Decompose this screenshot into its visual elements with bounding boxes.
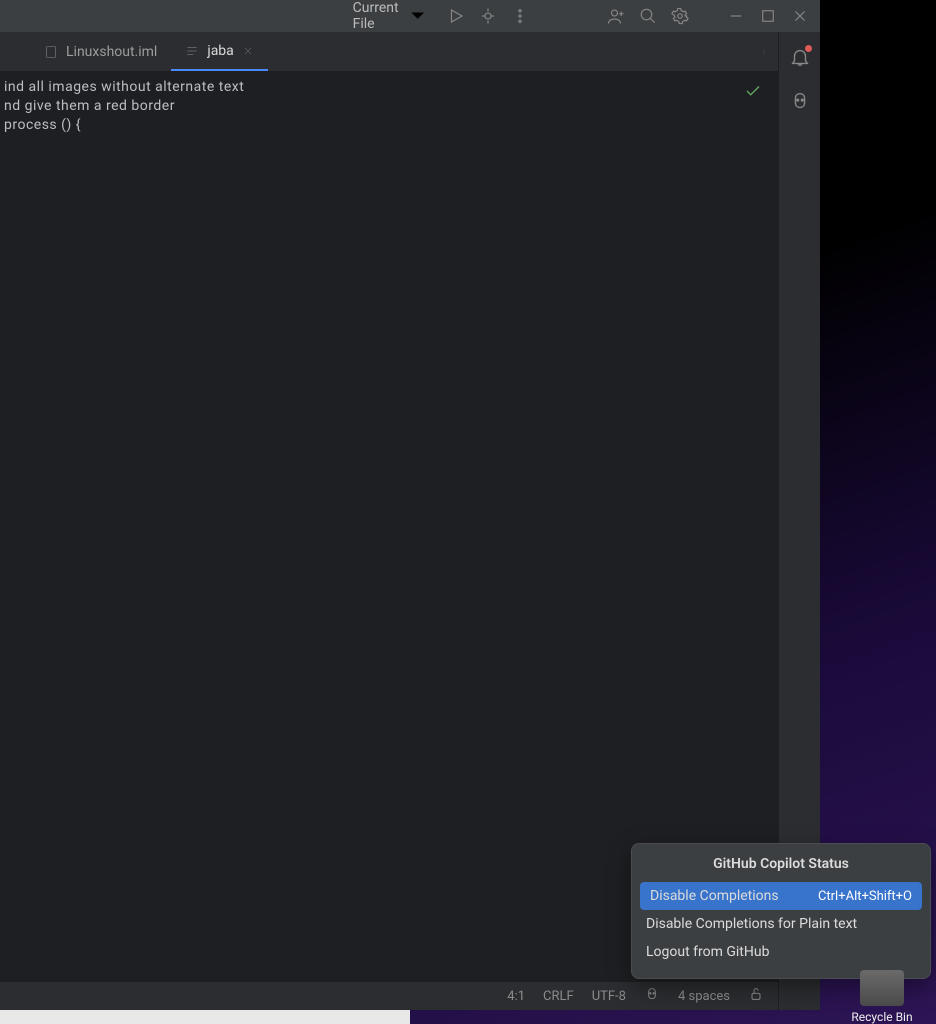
popup-item-label: Logout from GitHub [646, 944, 769, 960]
tabs-more-button[interactable] [750, 38, 778, 66]
minimize-button[interactable] [722, 2, 750, 30]
run-button[interactable] [442, 2, 470, 30]
code-line: process () { [0, 117, 778, 136]
title-bar: Current File [0, 0, 820, 32]
chevron-down-icon [405, 3, 430, 28]
popup-item-label: Disable Completions for Plain text [646, 916, 857, 932]
recycle-bin-desktop-icon[interactable]: Recycle Bin [850, 970, 914, 1024]
file-icon [44, 45, 58, 59]
notification-dot-icon [805, 45, 812, 52]
popup-item-disable-plaintext[interactable]: Disable Completions for Plain text [632, 910, 930, 938]
popup-item-logout[interactable]: Logout from GitHub [632, 938, 930, 966]
tab-label: Linuxshout.iml [66, 44, 157, 60]
bottom-strip [0, 1010, 410, 1024]
code-line: ind all images without alternate text [0, 79, 778, 98]
editor-tabs: Linuxshout.iml jaba [0, 32, 778, 72]
popup-title: GitHub Copilot Status [632, 856, 930, 872]
code-line: nd give them a red border [0, 98, 778, 117]
notifications-button[interactable] [789, 46, 811, 68]
settings-button[interactable] [666, 2, 694, 30]
tab-jaba[interactable]: jaba [171, 32, 267, 71]
run-config-selector[interactable]: Current File [345, 0, 438, 36]
copilot-status-popup: GitHub Copilot Status Disable Completion… [631, 843, 931, 979]
inspection-ok-icon[interactable] [744, 82, 762, 104]
status-bar: 4:1 CRLF UTF-8 4 spaces [0, 982, 778, 1010]
text-file-icon [185, 44, 199, 58]
tab-label: jaba [207, 43, 233, 59]
search-button[interactable] [634, 2, 662, 30]
close-tab-icon[interactable] [242, 45, 254, 57]
copilot-status-icon[interactable] [644, 986, 660, 1006]
recycle-bin-icon [860, 970, 904, 1006]
indent-setting[interactable]: 4 spaces [678, 989, 730, 1004]
popup-item-shortcut: Ctrl+Alt+Shift+O [818, 889, 912, 904]
debug-button[interactable] [474, 2, 502, 30]
file-encoding[interactable]: UTF-8 [592, 989, 626, 1004]
copilot-toolwindow-button[interactable] [789, 90, 811, 112]
tab-linuxshout[interactable]: Linuxshout.iml [30, 32, 171, 71]
cursor-position[interactable]: 4:1 [507, 989, 525, 1004]
popup-item-disable-completions[interactable]: Disable Completions Ctrl+Alt+Shift+O [640, 882, 922, 910]
recycle-bin-label: Recycle Bin [850, 1010, 914, 1024]
maximize-button[interactable] [754, 2, 782, 30]
readonly-icon[interactable] [748, 986, 764, 1006]
code-with-me-button[interactable] [602, 2, 630, 30]
popup-item-label: Disable Completions [650, 888, 779, 904]
more-actions-button[interactable] [506, 2, 534, 30]
close-button[interactable] [786, 2, 814, 30]
line-separator[interactable]: CRLF [543, 989, 574, 1004]
run-config-label: Current File [353, 0, 399, 32]
